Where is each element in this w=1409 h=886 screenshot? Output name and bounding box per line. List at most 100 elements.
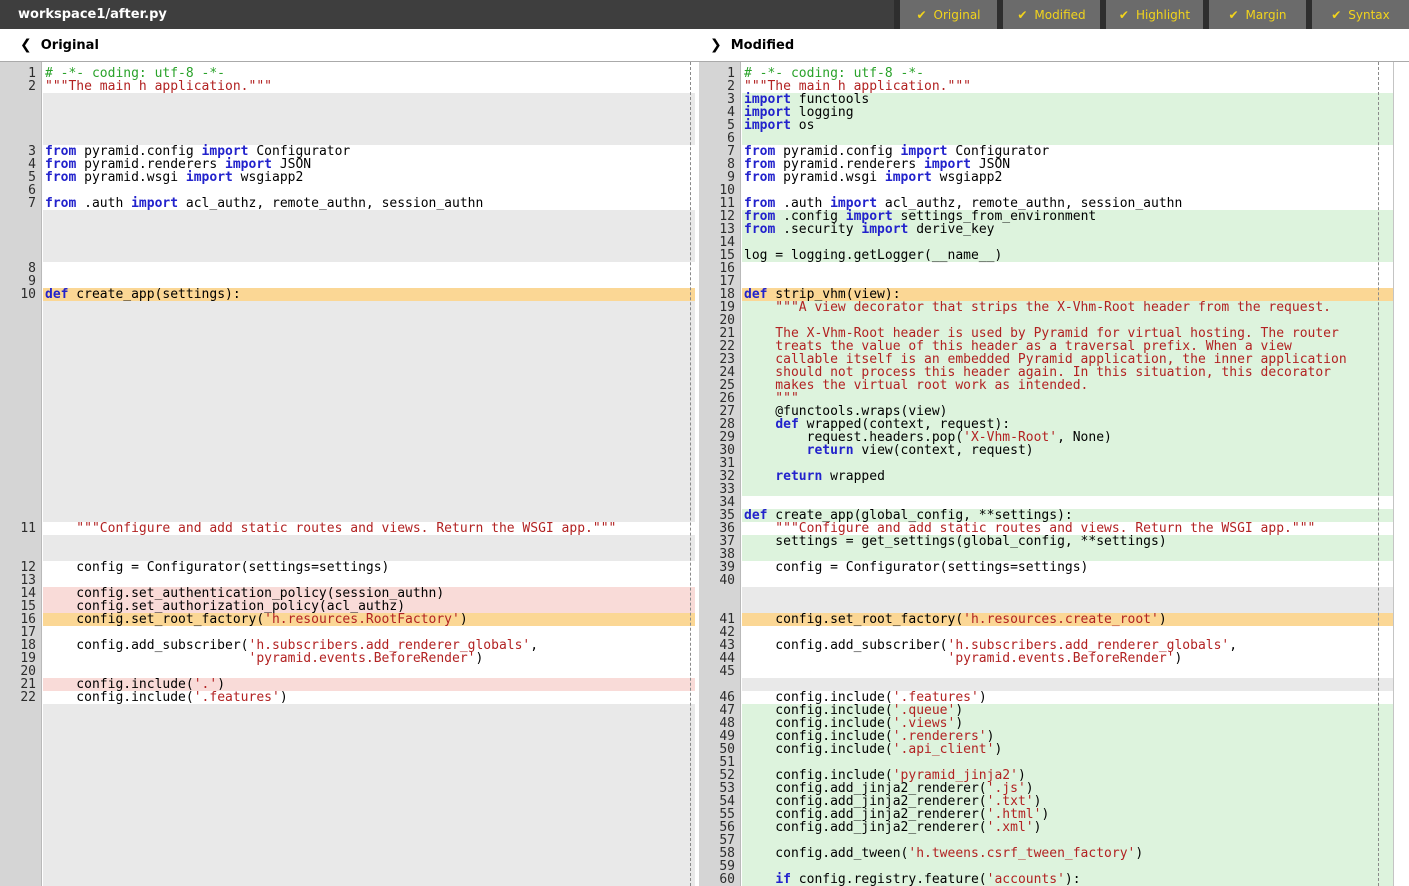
filler-row [0,535,695,548]
filler-row [0,860,695,873]
diff-left-pane[interactable]: 1# -*- coding: utf-8 -*-2"""The main h a… [0,62,695,886]
code-text [43,223,695,236]
line-number: 1 [699,67,742,80]
filler-row [0,496,695,509]
filler-row [0,444,695,457]
code-text: makes the virtual root work as intended. [742,379,1393,392]
pane-header-original: ❮ Original [0,29,699,61]
code-line: 7from .auth import acl_authz, remote_aut… [0,197,695,210]
left-code-area[interactable]: 1# -*- coding: utf-8 -*-2"""The main h a… [0,62,695,886]
line-number [0,756,43,769]
filler-row [0,392,695,405]
line-number [0,730,43,743]
line-number: 60 [699,873,742,886]
code-line: 39 config = Configurator(settings=settin… [699,561,1393,574]
line-number [0,418,43,431]
toolbar-button-syntax[interactable]: ✔Syntax [1312,0,1409,29]
code-line: 44 'pyramid.events.BeforeRender') [699,652,1393,665]
code-text: return view(context, request) [742,444,1393,457]
line-number: 7 [699,145,742,158]
code-line: 16 config.set_root_factory('h.resources.… [0,613,695,626]
filler-row [0,119,695,132]
right-code-area[interactable]: 1# -*- coding: utf-8 -*-2"""The main h a… [699,62,1393,886]
code-line: 58 config.add_tween('h.tweens.csrf_tween… [699,847,1393,860]
code-line: 5from pyramid.wsgi import wsgiapp2 [0,171,695,184]
toolbar-button-modified[interactable]: ✔ Modified [1003,0,1100,29]
line-number [0,795,43,808]
line-number [0,431,43,444]
code-text: """The main h application.""" [43,80,695,93]
code-line: 9from pyramid.wsgi import wsgiapp2 [699,171,1393,184]
chevron-left-icon: ❮ [20,37,32,53]
line-number [0,717,43,730]
line-number: 7 [0,197,43,210]
line-number: 40 [699,574,742,587]
line-number [0,496,43,509]
line-number [0,769,43,782]
code-text [43,795,695,808]
line-number: 5 [0,171,43,184]
code-text: from pyramid.wsgi import wsgiapp2 [742,171,1393,184]
code-line: 11 """Configure and add static routes an… [0,522,695,535]
line-number [0,405,43,418]
filler-row [0,795,695,808]
filler-row [0,847,695,860]
diff-right-pane[interactable]: 1# -*- coding: utf-8 -*-2"""The main h a… [699,62,1393,886]
line-number [0,860,43,873]
code-line: 2"""The main h application.""" [0,80,695,93]
code-text: 'pyramid.events.BeforeRender') [742,652,1393,665]
code-text [43,470,695,483]
code-line: 45 [699,665,1393,678]
code-text [742,587,1393,600]
code-text [742,574,1393,587]
line-number [0,743,43,756]
line-number [0,470,43,483]
code-line: 25 makes the virtual root work as intend… [699,379,1393,392]
code-line: 33 [699,483,1393,496]
code-text [742,262,1393,275]
code-line: 15log = logging.getLogger(__name__) [699,249,1393,262]
code-text: config.set_root_factory('h.resources.Roo… [43,613,695,626]
filler-row [0,418,695,431]
check-icon: ✔ [1331,8,1341,22]
margin-line-right [1378,62,1379,886]
toolbar-button-margin[interactable]: ✔Margin [1209,0,1306,29]
filler-row [0,782,695,795]
toolbar-button-label: Modified [1034,8,1085,22]
code-text [43,756,695,769]
filler-row [0,431,695,444]
code-text [43,405,695,418]
code-text [43,860,695,873]
code-text [43,379,695,392]
line-number: 6 [699,132,742,145]
check-icon: ✔ [916,8,926,22]
filler-row [0,106,695,119]
filler-row [0,379,695,392]
check-icon: ✔ [1017,8,1027,22]
code-line: 22 config.include('.features') [0,691,695,704]
toolbar-button-original[interactable]: ✔Original [900,0,997,29]
line-number [0,93,43,106]
filler-row [699,587,1393,600]
code-text [43,392,695,405]
filler-row [0,327,695,340]
filler-row [0,301,695,314]
code-text: def create_app(settings): [43,288,695,301]
margin-line-left [690,62,691,886]
line-number [0,301,43,314]
line-number: 2 [699,80,742,93]
scrollbar-track[interactable] [1393,62,1409,886]
filler-row [0,821,695,834]
line-number [0,847,43,860]
code-text: config = Configurator(settings=settings) [742,561,1393,574]
code-text [43,743,695,756]
code-line: 10def create_app(settings): [0,288,695,301]
code-text [43,535,695,548]
code-text [43,444,695,457]
toolbar-button-highlight[interactable]: ✔Highlight [1106,0,1203,29]
code-text: config.add_tween('h.tweens.csrf_tween_fa… [742,847,1393,860]
line-number [0,873,43,886]
code-line: 12 config = Configurator(settings=settin… [0,561,695,574]
code-text [43,847,695,860]
code-line: 40 [699,574,1393,587]
